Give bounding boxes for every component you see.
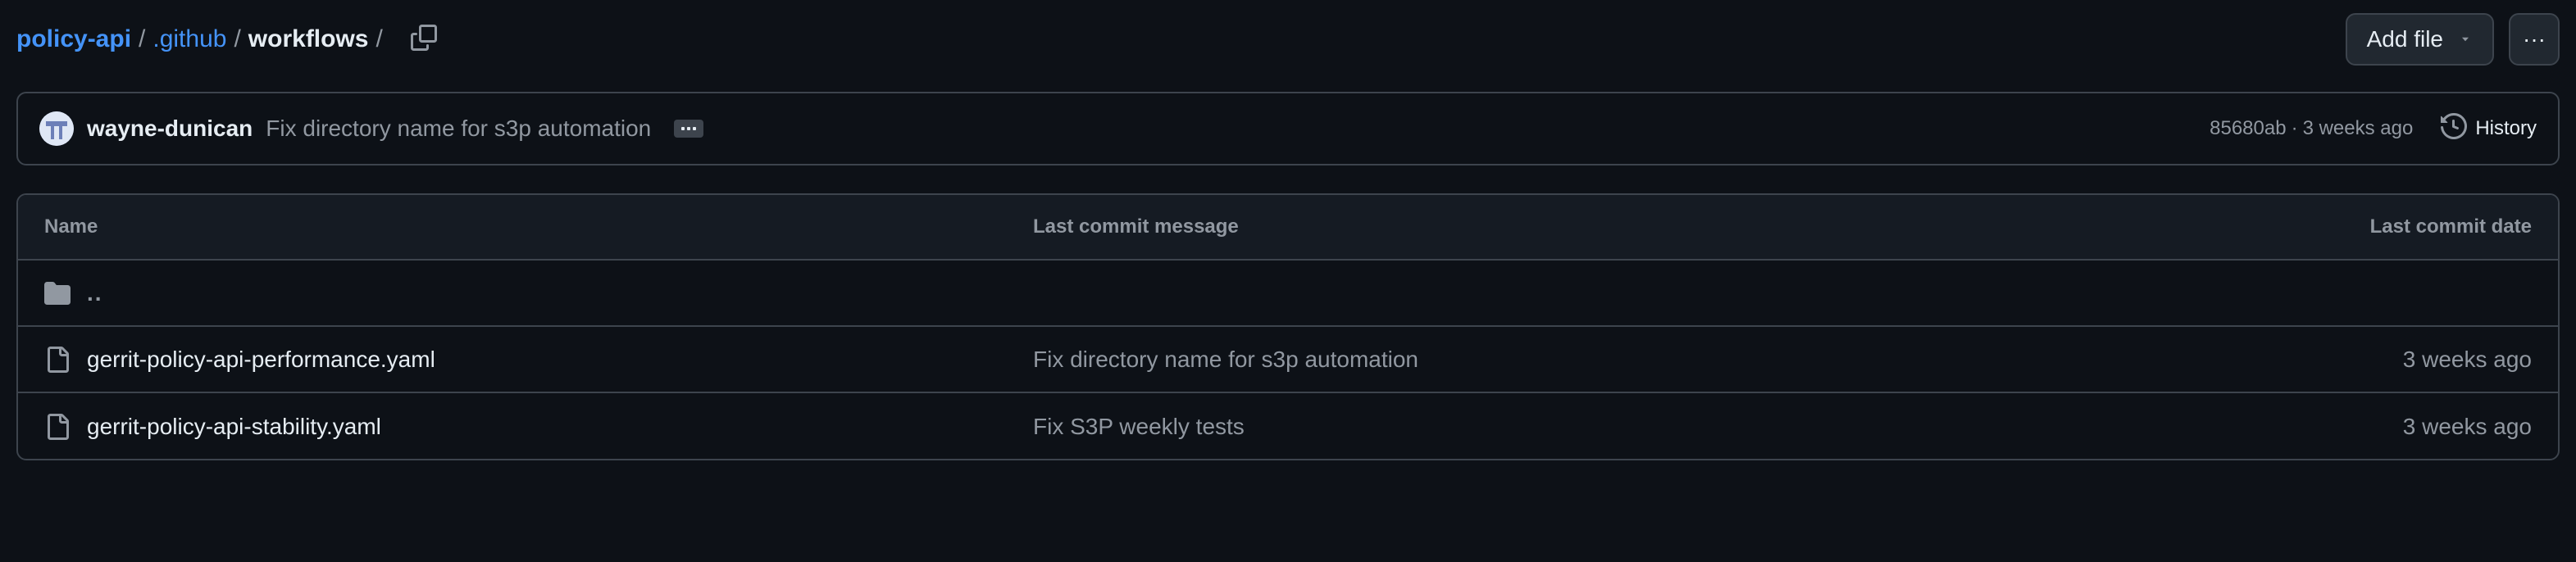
breadcrumb-separator: / [234, 25, 241, 52]
commit-meta: 85680ab · 3 weeks ago History [2210, 112, 2537, 145]
history-icon [2441, 112, 2475, 145]
breadcrumb-repo-link[interactable]: policy-api [16, 27, 131, 52]
commit-sha[interactable]: 85680ab [2210, 117, 2286, 140]
copy-icon [410, 24, 437, 55]
history-button[interactable]: History [2441, 112, 2537, 145]
commit-date: 3 weeks ago [2402, 346, 2532, 372]
add-file-label: Add file [2366, 26, 2443, 52]
table-row: gerrit-policy-api-stability.yaml Fix S3P… [18, 393, 2558, 459]
header-actions: Add file ··· [2345, 13, 2560, 66]
avatar[interactable] [39, 111, 74, 146]
commit-author[interactable]: wayne-dunican [87, 116, 253, 142]
add-file-button[interactable]: Add file [2345, 13, 2494, 66]
parent-directory-row[interactable]: .. [18, 261, 2558, 327]
expand-commit-button[interactable] [674, 120, 704, 138]
header-name: Name [44, 215, 98, 238]
chevron-down-icon [2458, 26, 2473, 52]
breadcrumb: policy-api / .github / workflows / [16, 27, 390, 52]
table-row: gerrit-policy-api-performance.yaml Fix d… [18, 327, 2558, 393]
file-table: Name Last commit message Last commit dat… [16, 193, 2560, 460]
breadcrumb-github-link[interactable]: .github [152, 27, 226, 52]
history-label: History [2475, 117, 2537, 139]
copy-path-button[interactable] [407, 22, 441, 57]
commit-message-link[interactable]: Fix directory name for s3p automation [1033, 347, 1418, 372]
file-link[interactable]: gerrit-policy-api-performance.yaml [87, 347, 435, 373]
folder-icon [44, 280, 71, 306]
table-header: Name Last commit message Last commit dat… [18, 195, 2558, 261]
commit-message-link[interactable]: Fix S3P weekly tests [1033, 414, 1245, 439]
header-last-commit-date: Last commit date [2369, 215, 2532, 238]
commit-message[interactable]: Fix directory name for s3p automation [266, 116, 651, 142]
file-browser-page: policy-api / .github / workflows / Add f… [0, 0, 2576, 562]
commit-date: 3 weeks ago [2402, 413, 2532, 439]
latest-commit-bar: wayne-dunican Fix directory name for s3p… [16, 92, 2560, 165]
breadcrumb-separator: / [139, 25, 146, 52]
file-icon [44, 346, 71, 373]
breadcrumb-separator: / [375, 25, 383, 52]
parent-directory-link[interactable]: .. [87, 280, 103, 306]
file-icon [44, 413, 71, 440]
file-link[interactable]: gerrit-policy-api-stability.yaml [87, 414, 381, 440]
kebab-horizontal-icon: ··· [2523, 26, 2546, 52]
breadcrumb-current-folder: workflows [248, 25, 369, 52]
commit-age: 3 weeks ago [2302, 117, 2414, 139]
more-options-button[interactable]: ··· [2509, 13, 2560, 66]
header-bar: policy-api / .github / workflows / Add f… [16, 13, 2560, 66]
meta-separator: · [2291, 117, 2298, 139]
header-last-commit-message: Last commit message [1033, 215, 1239, 238]
